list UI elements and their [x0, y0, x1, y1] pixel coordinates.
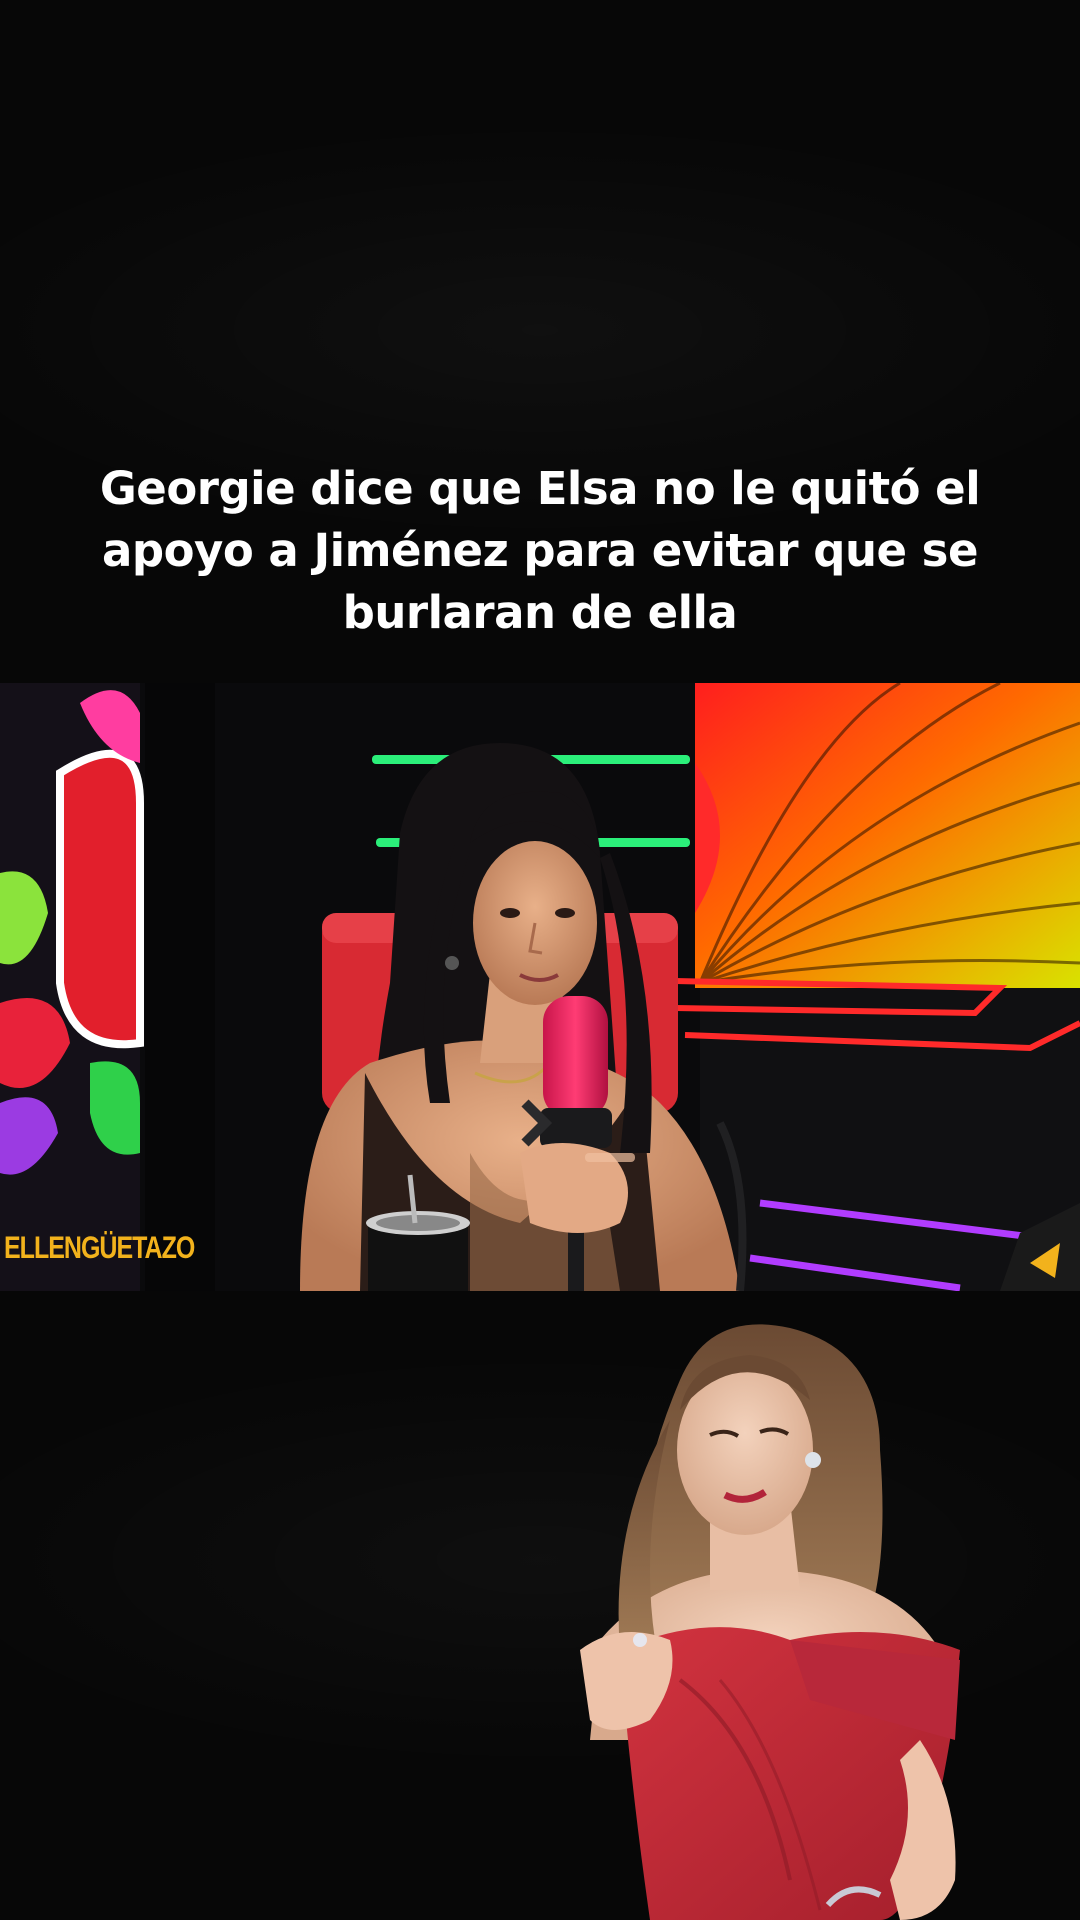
woman-red-dress-illustration [580, 1324, 960, 1920]
podcast-scene [0, 683, 1080, 1291]
channel-watermark: ELLENGÜETAZO [4, 1230, 195, 1266]
video-player-screen[interactable]: Georgie dice que Elsa no le quitó el apo… [0, 0, 1080, 1920]
caption-line-1: Georgie dice que Elsa no le quitó el [99, 462, 981, 515]
video-clip[interactable] [0, 683, 1080, 1291]
caption-title: Georgie dice que Elsa no le quitó el apo… [90, 458, 990, 644]
inset-photo [560, 1320, 980, 1920]
left-art-panel [0, 683, 144, 1291]
right-display [695, 683, 1080, 988]
caption-line-3: burlaran de ella [342, 586, 738, 639]
caption-line-2: apoyo a Jiménez para evitar que se [102, 524, 979, 577]
